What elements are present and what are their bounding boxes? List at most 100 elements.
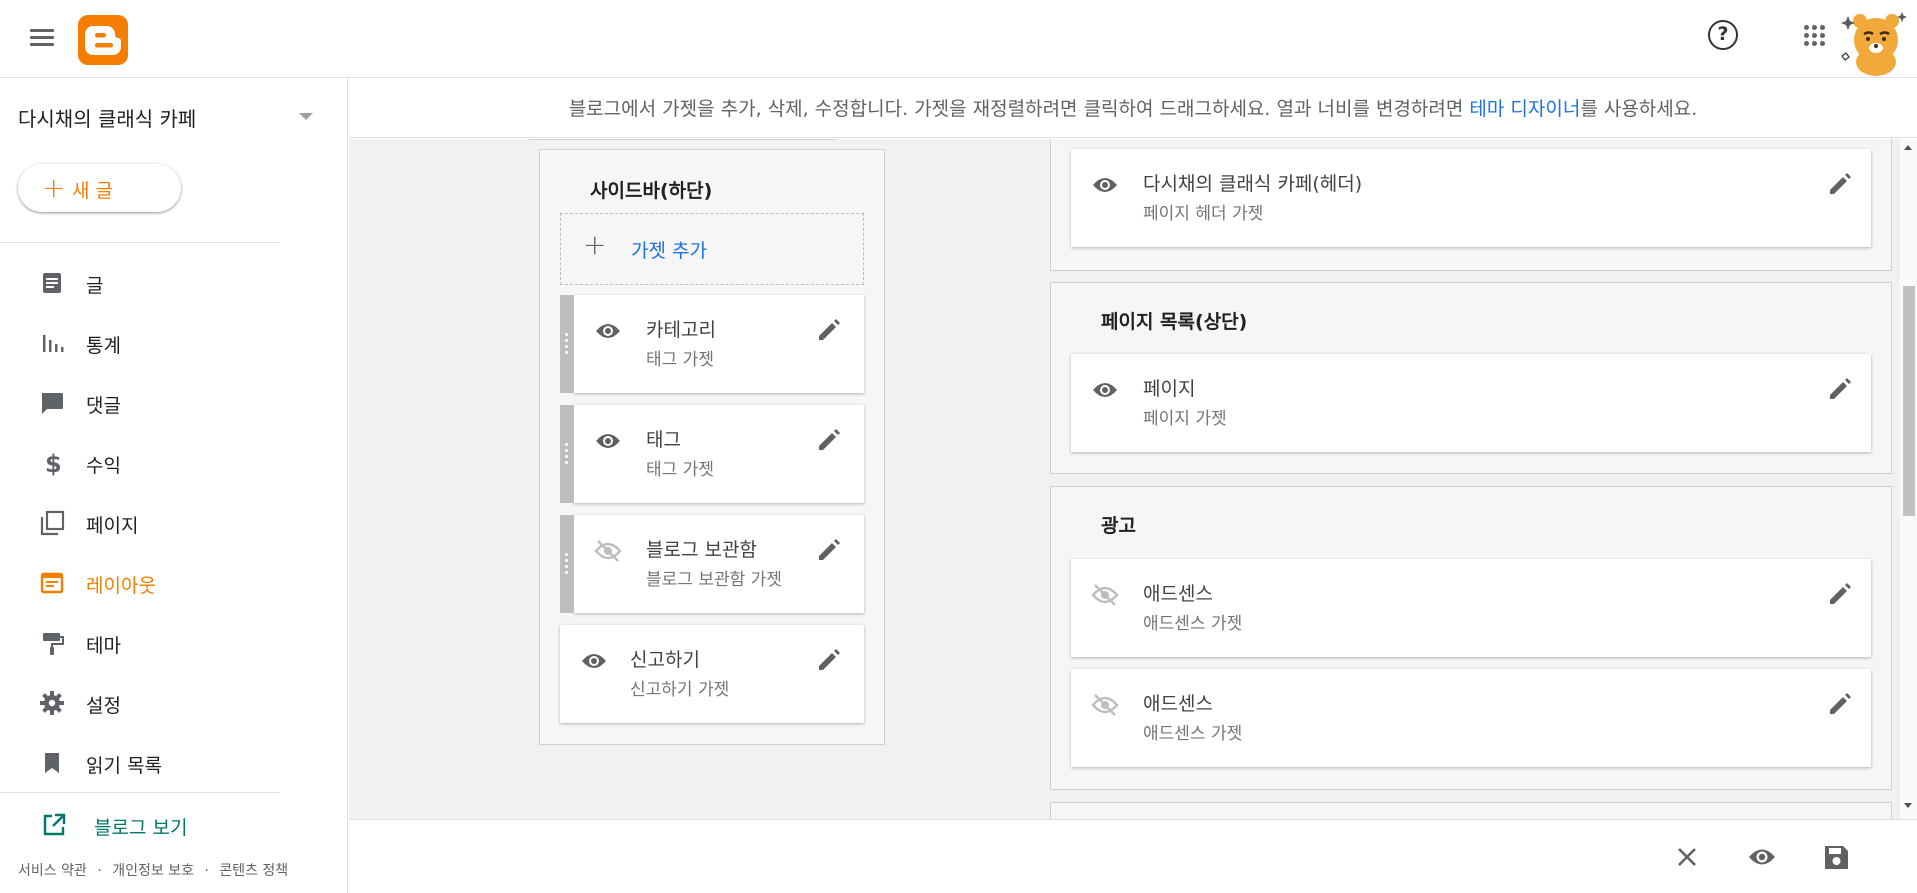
content-policy-link[interactable]: 콘텐츠 정책 — [219, 863, 288, 879]
eye-icon[interactable] — [1091, 171, 1119, 199]
footer-separator: · — [97, 863, 102, 879]
top-bar: ? — [0, 0, 1917, 78]
gadget-title: 애드센스 — [1143, 583, 1213, 605]
section-header: 다시채의 클래식 카페(헤더) 페이지 헤더 가젯 — [1050, 139, 1892, 271]
gadget-title: 블로그 보관함 — [646, 539, 757, 561]
notice-text-end: 를 사용하세요. — [1580, 98, 1698, 120]
pencil-icon[interactable] — [1827, 171, 1853, 197]
external-link-icon — [43, 813, 66, 836]
dollar-icon: $ — [45, 450, 62, 477]
section-ads: 광고 애드센스 애드센스 가젯 애드센스 애드센스 가젯 — [1050, 486, 1892, 790]
gadget-subtitle: 애드센스 가젯 — [1143, 614, 1243, 634]
drag-handle[interactable] — [560, 515, 574, 613]
eye-off-icon[interactable] — [1091, 691, 1119, 719]
drag-handle[interactable] — [560, 295, 574, 393]
stats-icon — [43, 335, 64, 352]
section-title: 페이지 목록(상단) — [1101, 311, 1248, 333]
close-icon[interactable] — [1672, 842, 1702, 872]
sidebar-item-label: 수익 — [86, 455, 121, 477]
theme-designer-link[interactable]: 테마 디자이너 — [1469, 98, 1580, 120]
new-post-button[interactable]: + 새 글 — [18, 164, 181, 212]
pencil-icon[interactable] — [816, 537, 842, 563]
pencil-icon[interactable] — [1827, 581, 1853, 607]
gadget-card[interactable]: 페이지 페이지 가젯 — [1071, 354, 1871, 452]
blog-name: 다시채의 클래식 카페 — [18, 107, 197, 131]
footer-links: 서비스 약관 · 개인정보 보호 · 콘텐츠 정책 — [18, 860, 288, 880]
sidebar-item-reading-list[interactable]: 읽기 목록 — [0, 740, 348, 784]
gadget-card[interactable]: 애드센스 애드센스 가젯 — [1071, 559, 1871, 657]
layout-canvas: 사이드바(하단) + 가젯 추가 카테고리 태그 가젯 태그 태그 가젯 블로그… — [349, 139, 1900, 819]
dropdown-caret-icon — [299, 113, 313, 120]
view-blog-label: 블로그 보기 — [94, 817, 188, 839]
comments-icon — [42, 393, 63, 414]
terms-link[interactable]: 서비스 약관 — [18, 863, 87, 879]
sidebar-item-label: 글 — [86, 275, 104, 297]
gadget-subtitle: 애드센스 가젯 — [1143, 724, 1243, 744]
gadget-subtitle: 신고하기 가젯 — [630, 680, 730, 700]
eye-icon[interactable] — [1747, 842, 1777, 872]
gadget-title: 카테고리 — [646, 319, 716, 341]
sidebar-item-earnings[interactable]: $ 수익 — [0, 440, 348, 484]
theme-icon — [43, 633, 64, 655]
gadget-subtitle: 페이지 헤더 가젯 — [1143, 204, 1264, 224]
pencil-icon[interactable] — [1827, 376, 1853, 402]
eye-off-icon[interactable] — [594, 537, 622, 565]
sidebar-item-layout[interactable]: 레이아웃 — [0, 560, 348, 604]
sidebar-item-label: 댓글 — [86, 395, 121, 417]
eye-icon[interactable] — [594, 317, 622, 345]
gadget-title: 애드센스 — [1143, 693, 1213, 715]
pencil-icon[interactable] — [816, 427, 842, 453]
sidebar-item-label: 읽기 목록 — [86, 755, 162, 777]
blog-selector[interactable]: 다시채의 클래식 카페 — [18, 103, 318, 133]
add-gadget-button[interactable]: + 가젯 추가 — [560, 213, 864, 285]
user-avatar[interactable] — [1838, 6, 1912, 80]
sidebar-item-label: 레이아웃 — [86, 575, 156, 597]
apps-grid-icon[interactable] — [1804, 25, 1826, 47]
sidebar-item-label: 테마 — [86, 635, 121, 657]
eye-icon[interactable] — [1091, 376, 1119, 404]
gadget-card[interactable]: 다시채의 클래식 카페(헤더) 페이지 헤더 가젯 — [1071, 149, 1871, 247]
sidebar-item-label: 통계 — [86, 335, 121, 357]
gadget-title: 다시채의 클래식 카페(헤더) — [1143, 173, 1363, 195]
section-sidebar-bottom: 사이드바(하단) + 가젯 추가 카테고리 태그 가젯 태그 태그 가젯 블로그… — [539, 149, 885, 745]
gadget-card[interactable]: 애드센스 애드센스 가젯 — [1071, 669, 1871, 767]
gadget-subtitle: 페이지 가젯 — [1143, 409, 1227, 429]
new-post-label: 새 글 — [72, 180, 113, 202]
gadget-card[interactable]: 카테고리 태그 가젯 — [560, 295, 864, 393]
save-icon[interactable] — [1821, 842, 1851, 872]
add-gadget-label[interactable]: 가젯 추가 — [631, 236, 707, 263]
gadget-subtitle: 블로그 보관함 가젯 — [646, 570, 782, 590]
blogger-logo[interactable] — [78, 15, 128, 65]
drag-handle[interactable] — [560, 405, 574, 503]
sidebar-item-label: 설정 — [86, 695, 121, 717]
eye-off-icon[interactable] — [1091, 581, 1119, 609]
sidebar-item-stats[interactable]: 통계 — [0, 320, 348, 364]
sidebar-item-theme[interactable]: 테마 — [0, 620, 348, 664]
eye-icon[interactable] — [594, 427, 622, 455]
privacy-link[interactable]: 개인정보 보호 — [112, 863, 194, 879]
help-icon[interactable]: ? — [1708, 20, 1738, 50]
sidebar-item-pages[interactable]: 페이지 — [0, 500, 348, 544]
sidebar-item-posts[interactable]: 글 — [0, 260, 348, 304]
gadget-card[interactable]: 블로그 보관함 블로그 보관함 가젯 — [560, 515, 864, 613]
view-blog-link[interactable]: 블로그 보기 — [0, 802, 348, 846]
gadget-title: 태그 — [646, 429, 681, 451]
sidebar-item-settings[interactable]: 설정 — [0, 680, 348, 724]
plus-icon: + — [583, 228, 607, 261]
scrollbar-thumb[interactable] — [1903, 286, 1915, 516]
pencil-icon[interactable] — [816, 317, 842, 343]
pencil-icon[interactable] — [816, 647, 842, 673]
hamburger-menu-icon[interactable] — [28, 24, 58, 54]
canvas-scrollbar[interactable] — [1900, 139, 1917, 819]
gear-icon — [40, 691, 64, 715]
gadget-title: 신고하기 — [630, 649, 700, 671]
sidebar: 다시채의 클래식 카페 + 새 글 글 통계 댓글 $ 수익 페이지 레이아웃 … — [0, 78, 348, 893]
scroll-down-arrow-icon[interactable] — [1904, 803, 1912, 808]
gadget-card[interactable]: 태그 태그 가젯 — [560, 405, 864, 503]
pencil-icon[interactable] — [1827, 691, 1853, 717]
sidebar-item-comments[interactable]: 댓글 — [0, 380, 348, 424]
gadget-card[interactable]: 신고하기 신고하기 가젯 — [560, 625, 864, 723]
eye-icon[interactable] — [580, 647, 608, 675]
section-edge — [529, 139, 835, 140]
scroll-up-arrow-icon[interactable] — [1904, 145, 1912, 150]
